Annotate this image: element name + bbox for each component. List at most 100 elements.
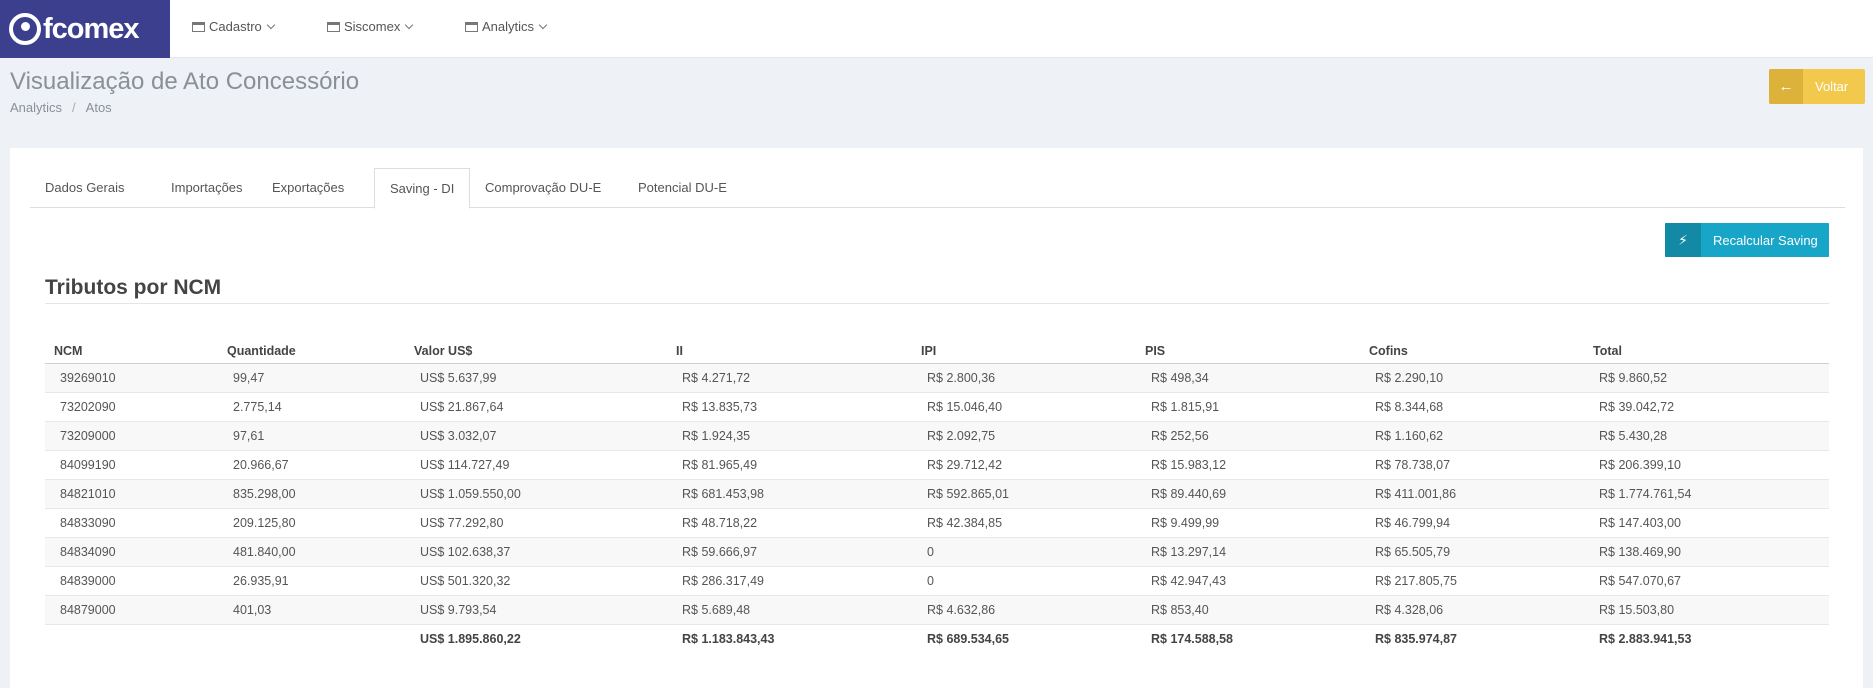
table-cell: US$ 9.793,54 (405, 595, 667, 625)
table-cell: R$ 42.947,43 (1136, 566, 1360, 596)
table-cell: R$ 547.070,67 (1584, 566, 1829, 596)
breadcrumb-separator: / (72, 100, 76, 115)
column-header[interactable]: NCM (45, 339, 218, 364)
table-cell: 481.840,00 (218, 537, 405, 567)
column-header[interactable]: IPI (912, 339, 1136, 364)
back-button[interactable]: ← Voltar (1769, 69, 1865, 104)
table-cell: 0 (912, 566, 1136, 596)
recalculate-saving-label: Recalcular Saving (1713, 232, 1818, 248)
table-cell: R$ 42.384,85 (912, 508, 1136, 538)
table-cell: R$ 4.328,06 (1360, 595, 1584, 625)
chevron-down-icon (405, 20, 414, 30)
breadcrumb-atos: Atos (85, 100, 112, 115)
column-header[interactable]: PIS (1136, 339, 1360, 364)
table-cell: R$ 59.666,97 (667, 537, 912, 567)
table-cell: R$ 9.499,99 (1136, 508, 1360, 538)
table-row: 84833090 209.125,80 US$ 77.292,80 R$ 48.718… (45, 508, 1829, 538)
column-header[interactable]: Cofins (1360, 339, 1584, 364)
table-cell: US$ 501.320,32 (405, 566, 667, 596)
table-cell: 73209000 (45, 421, 218, 451)
table-cell: R$ 5.430,28 (1584, 421, 1829, 451)
table-row: 84834090 481.840,00 US$ 102.638,37 R$ 59.66… (45, 537, 1829, 567)
table-cell: 99,47 (218, 363, 405, 393)
table-cell: R$ 13.835,73 (667, 392, 912, 422)
table-cell: R$ 65.505,79 (1360, 537, 1584, 567)
table-cell: R$ 252,56 (1136, 421, 1360, 451)
tab-saving-di[interactable]: Saving - DI (374, 168, 471, 209)
table-cell: R$ 5.689,48 (667, 595, 912, 625)
nav-analytics[interactable]: Analytics (465, 19, 548, 34)
nav-label: Cadastro (209, 19, 262, 34)
column-header[interactable]: Quantidade (218, 339, 405, 364)
section-title: Tributos por NCM (45, 276, 222, 299)
table-cell: R$ 9.860,52 (1584, 363, 1829, 393)
tab-dados-gerais[interactable]: Dados Gerais (30, 168, 139, 208)
table-cell: 84839000 (45, 566, 218, 596)
nav-cadastro[interactable]: Cadastro (192, 19, 275, 34)
table-cell: 73202090 (45, 392, 218, 422)
table-cell: R$ 2.290,10 (1360, 363, 1584, 393)
column-header[interactable]: II (667, 339, 912, 364)
table-cell: R$ 46.799,94 (1360, 508, 1584, 538)
nav-siscomex[interactable]: Siscomex (327, 19, 414, 34)
table-cell: 97,61 (218, 421, 405, 451)
column-header[interactable]: Total (1584, 339, 1829, 364)
table-cell: R$ 48.718,22 (667, 508, 912, 538)
total-cell: R$ 2.883.941,53 (1584, 624, 1829, 653)
tab-comprovacao-due[interactable]: Comprovação DU-E (470, 168, 616, 208)
table-cell: R$ 1.160,62 (1360, 421, 1584, 451)
table-cell: R$ 4.632,86 (912, 595, 1136, 625)
table-cell: R$ 2.092,75 (912, 421, 1136, 451)
back-button-label: Voltar (1815, 79, 1849, 94)
chevron-down-icon (266, 20, 275, 30)
table-cell: 39269010 (45, 363, 218, 393)
table-cell: 84879000 (45, 595, 218, 625)
table-cell: US$ 1.059.550,00 (405, 479, 667, 509)
table-cell: 20.966,67 (218, 450, 405, 480)
page-title: Visualização de Ato Concessório (10, 68, 360, 95)
table-cell: 84834090 (45, 537, 218, 567)
recalculate-saving-button[interactable]: ⚡ Recalcular Saving (1665, 223, 1829, 257)
table-row: 84099190 20.966,67 US$ 114.727,49 R$ 81.965… (45, 450, 1829, 480)
table-cell: R$ 15.983,12 (1136, 450, 1360, 480)
logo-globe-icon (9, 13, 41, 45)
table-cell: R$ 4.271,72 (667, 363, 912, 393)
table-row: 84821010 835.298,00 US$ 1.059.550,00 R$ 681… (45, 479, 1829, 509)
table-row: 39269010 99,47 US$ 5.637,99 R$ 4.271,72 R$ 2… (45, 363, 1829, 393)
table-cell: R$ 206.399,10 (1584, 450, 1829, 480)
window-icon (192, 21, 205, 32)
table-cell: R$ 15.503,80 (1584, 595, 1829, 625)
breadcrumb-analytics[interactable]: Analytics (10, 100, 62, 115)
table-cell: 0 (912, 537, 1136, 567)
nav-label: Siscomex (344, 19, 401, 34)
table-cell: R$ 2.800,36 (912, 363, 1136, 393)
table-cell: R$ 498,34 (1136, 363, 1360, 393)
table-cell: 84099190 (45, 450, 218, 480)
table-cell: US$ 114.727,49 (405, 450, 667, 480)
nav-label: Analytics (482, 19, 535, 34)
table-cell: 26.935,91 (218, 566, 405, 596)
table-cell: US$ 5.637,99 (405, 363, 667, 393)
table-cell: 2.775,14 (218, 392, 405, 422)
total-cell: R$ 689.534,65 (912, 624, 1136, 653)
tab-potencial-due[interactable]: Potencial DU-E (623, 168, 742, 208)
table-cell: R$ 81.965,49 (667, 450, 912, 480)
tab-exportacoes[interactable]: Exportações (257, 168, 359, 208)
column-header[interactable]: Valor US$ (405, 339, 667, 364)
table-cell: 209.125,80 (218, 508, 405, 538)
table-cell: R$ 13.297,14 (1136, 537, 1360, 567)
tab-bar: Dados Gerais Importações Exportações Sav… (30, 168, 1845, 209)
table-cell: R$ 147.403,00 (1584, 508, 1829, 538)
main-panel: Dados Gerais Importações Exportações Sav… (10, 148, 1863, 688)
logo[interactable]: fcomex (0, 0, 170, 58)
table-cell: R$ 1.924,35 (667, 421, 912, 451)
total-cell: US$ 1.895.860,22 (405, 624, 667, 653)
tab-importacoes[interactable]: Importações (156, 168, 258, 208)
table-cell: R$ 411.001,86 (1360, 479, 1584, 509)
bolt-icon: ⚡ (1665, 223, 1701, 257)
table-cell: R$ 39.042,72 (1584, 392, 1829, 422)
table-cell: R$ 1.774.761,54 (1584, 479, 1829, 509)
table-cell: 401,03 (218, 595, 405, 625)
taxes-table: NCM Quantidade Valor US$ II IPI PIS Cofi… (45, 339, 1829, 653)
table-header-row: NCM Quantidade Valor US$ II IPI PIS Cofi… (45, 339, 1829, 364)
